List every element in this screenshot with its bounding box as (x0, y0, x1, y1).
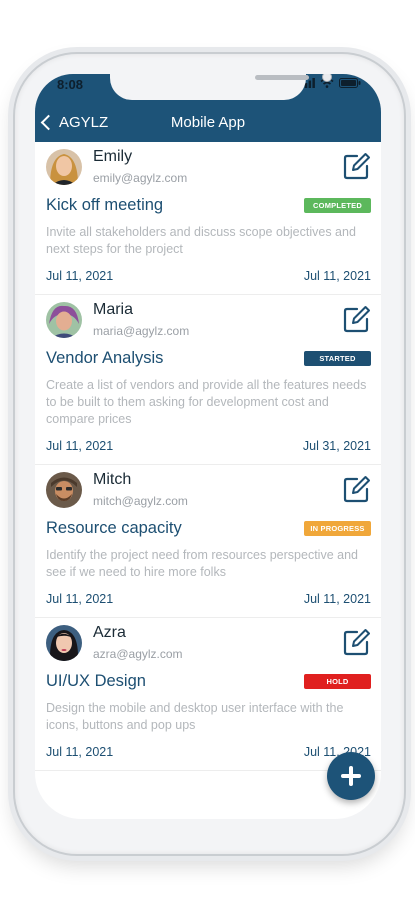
task-dates: Jul 11, 2021 Jul 31, 2021 (46, 428, 371, 464)
start-date: Jul 11, 2021 (46, 269, 114, 283)
task-dates: Jul 11, 2021 Jul 11, 2021 (46, 258, 371, 294)
task-card[interactable]: Maria maria@agylz.com Vendor Analysis ST… (35, 295, 381, 465)
task-title: UI/UX Design (46, 672, 146, 690)
device-notch (110, 74, 332, 100)
task-description: Invite all stakeholders and discuss scop… (46, 225, 356, 256)
assignee-row: Mitch mitch@agylz.com (46, 465, 371, 515)
assignee-row: Emily emily@agylz.com (46, 142, 371, 192)
task-title: Kick off meeting (46, 196, 164, 214)
task-list: Emily emily@agylz.com Kick off meeting C… (35, 142, 381, 771)
task-title: Resource capacity (46, 519, 182, 537)
speaker-grille (255, 75, 309, 80)
task-dates: Jul 11, 2021 Jul 11, 2021 (46, 581, 371, 617)
task-title-row: Kick off meeting COMPLETED (46, 192, 371, 222)
edit-icon[interactable] (343, 475, 371, 503)
task-dates: Jul 11, 2021 Jul 11, 2021 (46, 734, 371, 770)
avatar (46, 149, 82, 185)
edit-icon[interactable] (343, 628, 371, 656)
app-screen: 8:08 AGYLZ Mobile App Emily emily@agylz.… (35, 74, 381, 819)
page-title: Mobile App (170, 114, 246, 131)
end-date: Jul 11, 2021 (303, 592, 371, 606)
assignee-name: Maria (93, 301, 134, 318)
task-description: Identify the project need from resources… (46, 548, 358, 579)
end-date: Jul 31, 2021 (302, 439, 371, 453)
task-title-row: Resource capacity IN PROGRESS (46, 515, 371, 545)
assignee-name: Emily (93, 148, 133, 165)
task-card[interactable]: Azra azra@agylz.com UI/UX Design HOLD De… (35, 618, 381, 771)
status-badge: HOLD (304, 674, 371, 689)
assignee-email: emily@agylz.com (93, 171, 188, 185)
edit-icon[interactable] (343, 305, 371, 333)
status-badge: IN PROGRESS (304, 521, 371, 536)
task-card[interactable]: Emily emily@agylz.com Kick off meeting C… (35, 142, 381, 295)
avatar (46, 625, 82, 661)
task-title-row: UI/UX Design HOLD (46, 668, 371, 698)
task-title-row: Vendor Analysis STARTED (46, 345, 371, 375)
start-date: Jul 11, 2021 (46, 439, 114, 453)
assignee-email: azra@agylz.com (93, 647, 183, 661)
battery-icon (339, 78, 361, 88)
assignee-email: maria@agylz.com (93, 324, 190, 338)
assignee-row: Maria maria@agylz.com (46, 295, 371, 345)
start-date: Jul 11, 2021 (46, 745, 114, 759)
assignee-name: Mitch (93, 471, 132, 488)
end-date: Jul 11, 2021 (303, 269, 371, 283)
assignee-name: Azra (93, 624, 126, 641)
assignee-row: Azra azra@agylz.com (46, 618, 371, 668)
task-description: Create a list of vendors and provide all… (46, 378, 367, 426)
add-task-button[interactable] (327, 752, 375, 800)
assignee-email: mitch@agylz.com (93, 494, 188, 508)
task-card[interactable]: Mitch mitch@agylz.com Resource capacity … (35, 465, 381, 618)
avatar (46, 472, 82, 508)
status-badge: STARTED (304, 351, 371, 366)
avatar (46, 302, 82, 338)
task-title: Vendor Analysis (46, 349, 164, 367)
edit-icon[interactable] (343, 152, 371, 180)
start-date: Jul 11, 2021 (46, 592, 114, 606)
status-badge: COMPLETED (304, 198, 371, 213)
task-description: Design the mobile and desktop user inter… (46, 701, 344, 732)
status-time: 8:08 (57, 77, 84, 92)
